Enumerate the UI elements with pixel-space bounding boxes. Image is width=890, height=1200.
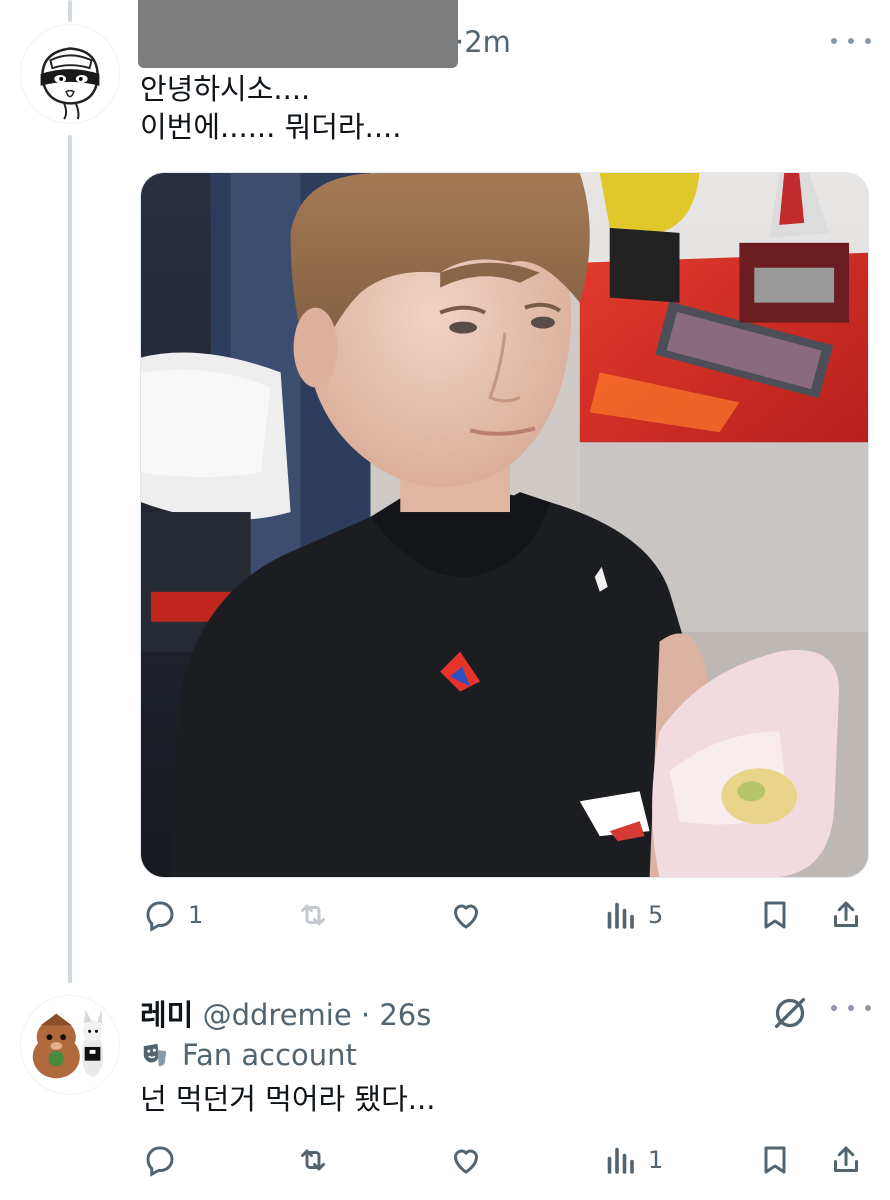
mask-character-avatar-icon — [21, 25, 119, 123]
tweet-photo[interactable] — [140, 172, 869, 878]
handle-and-time[interactable]: @ddremie · 26s — [203, 998, 432, 1032]
share-button[interactable] — [828, 1142, 864, 1178]
heart-icon — [454, 1149, 478, 1174]
share-button[interactable] — [828, 897, 864, 933]
views-icon — [607, 1147, 634, 1174]
retweet-button[interactable] — [295, 1142, 331, 1178]
grok-icon[interactable] — [770, 993, 810, 1033]
reply-count: 1 — [188, 901, 204, 929]
theater-mask-icon — [143, 1043, 167, 1067]
account-label-text: Fan account — [182, 1038, 357, 1072]
display-name[interactable]: 레미 — [140, 998, 193, 1032]
redacted-name — [138, 0, 458, 68]
reply-icon — [146, 1146, 174, 1177]
views-icon — [607, 902, 634, 929]
tweet-time[interactable]: ·2m — [455, 25, 511, 59]
heart-icon — [454, 904, 478, 929]
bookmark-icon — [764, 901, 786, 929]
tweet-text: 넌 먹던거 먹어라 됐다... — [140, 1082, 436, 1116]
views-count: 1 — [648, 1146, 664, 1174]
reply-icon — [146, 901, 174, 932]
tweet-header: 레미 @ddremie · 26s — [140, 992, 431, 1034]
avatar[interactable] — [20, 24, 120, 124]
views-count: 5 — [648, 901, 664, 929]
views-button[interactable]: 1 — [602, 1142, 663, 1178]
tweet-text: 안녕하시소.... 이번에...... 뭐더라.... — [140, 72, 402, 144]
like-button[interactable] — [448, 1142, 484, 1178]
bookmark-button[interactable] — [757, 897, 793, 933]
bear-plush-avatar-icon — [21, 996, 119, 1094]
bookmark-button[interactable] — [757, 1142, 793, 1178]
bookmark-icon — [764, 1146, 786, 1174]
account-label[interactable]: Fan account — [140, 1038, 357, 1072]
share-icon — [834, 901, 858, 927]
like-button[interactable] — [448, 897, 484, 933]
views-button[interactable]: 5 — [602, 897, 663, 933]
retweet-button[interactable] — [295, 897, 331, 933]
retweet-icon — [301, 1149, 325, 1171]
photo-image — [141, 173, 868, 877]
more-icon[interactable] — [831, 31, 871, 51]
reply-button[interactable] — [142, 1142, 178, 1178]
more-icon[interactable] — [831, 998, 871, 1018]
thread-line — [68, 135, 72, 983]
retweet-icon — [301, 904, 325, 926]
reply-button[interactable]: 1 — [142, 897, 203, 933]
share-icon — [834, 1146, 858, 1172]
thread-line — [68, 0, 72, 22]
avatar[interactable] — [20, 995, 120, 1095]
